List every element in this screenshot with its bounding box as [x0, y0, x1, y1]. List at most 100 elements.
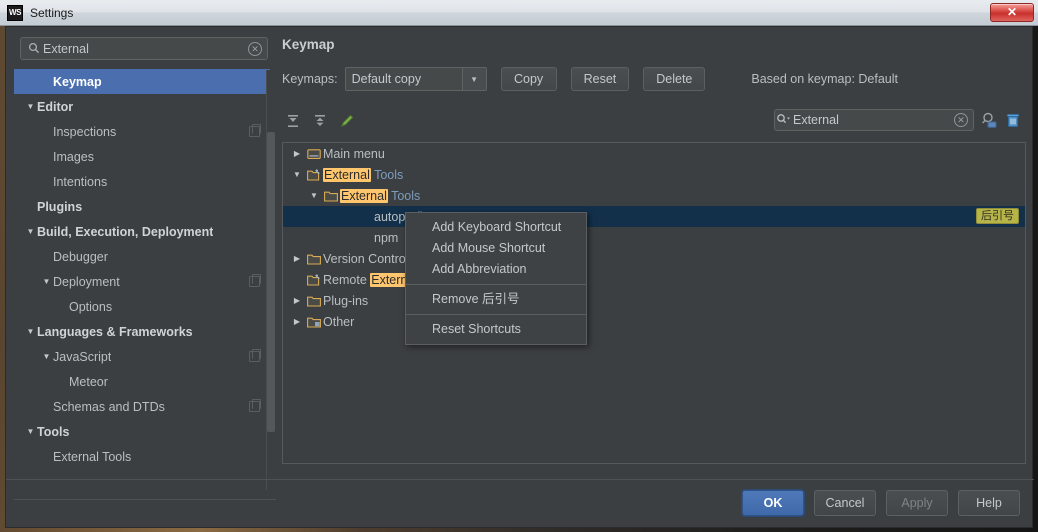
help-button[interactable]: Help — [958, 490, 1020, 516]
table-row[interactable]: npm — [283, 227, 1025, 248]
find-shortcut-icon[interactable] — [978, 109, 1000, 131]
sidebar-scrollbar[interactable] — [266, 70, 276, 490]
search-match-highlight: External — [323, 167, 371, 182]
sidebar-item-label: Plugins — [37, 199, 83, 214]
menu-item[interactable]: Add Abbreviation — [406, 259, 586, 280]
sidebar-item-options[interactable]: Options — [14, 294, 270, 319]
menu-separator — [406, 314, 586, 315]
sidebar-item-label: JavaScript — [53, 349, 112, 364]
sidebar-item-label: Languages & Frameworks — [37, 324, 193, 339]
table-row[interactable]: ▼ External Tools — [283, 164, 1025, 185]
chevron-toggle-icon[interactable]: ▶ — [289, 254, 305, 263]
keymap-filter-input[interactable] — [793, 113, 954, 127]
settings-dialog: ✕ Keymap▼EditorInspectionsImagesIntentio… — [5, 26, 1034, 528]
reset-button-label: Reset — [583, 72, 617, 86]
table-row[interactable]: ▼ External Tools — [283, 185, 1025, 206]
copy-settings-icon — [249, 349, 261, 362]
menu-item[interactable]: Remove 后引号 — [406, 289, 586, 310]
clear-icon[interactable]: ✕ — [248, 41, 262, 56]
sidebar-search[interactable]: ✕ — [20, 37, 268, 60]
cancel-button[interactable]: Cancel — [814, 490, 876, 516]
sidebar-item-intentions[interactable]: Intentions — [14, 169, 270, 194]
copy-button-label: Copy — [514, 72, 544, 86]
title-bar: WS Settings ✕ — [0, 0, 1038, 26]
copy-button[interactable]: Copy — [500, 67, 557, 91]
reset-button[interactable]: Reset — [570, 67, 630, 91]
table-row[interactable]: ▶ Plug-ins — [283, 290, 1025, 311]
sidebar-item-label: Keymap — [53, 74, 102, 89]
sidebar-item-label: Options — [69, 299, 113, 314]
sidebar-item-external-tools[interactable]: External Tools — [14, 444, 270, 469]
sidebar-item-label: Images — [53, 149, 94, 164]
chevron-toggle-icon[interactable]: ▶ — [289, 296, 305, 305]
chevron-down-icon[interactable]: ▼ — [24, 327, 37, 336]
table-row[interactable]: ▶ Other — [283, 311, 1025, 332]
sidebar-item-deployment[interactable]: ▼ Deployment — [14, 269, 270, 294]
sidebar-item-label: Inspections — [53, 124, 117, 139]
folder-icon — [305, 295, 323, 307]
keymap-panel: Keymap Keymaps: Default copy ▼ Copy Rese… — [282, 37, 1026, 495]
copy-settings-icon — [249, 124, 261, 137]
table-row[interactable]: ▶ Main menu — [283, 143, 1025, 164]
sidebar-item-build-execution-deployment[interactable]: ▼ Build, Execution, Deployment — [14, 219, 270, 244]
search-input[interactable] — [43, 41, 248, 56]
table-row[interactable]: autoprefixer后引号 — [283, 206, 1025, 227]
context-menu: Add Keyboard Shortcut Add Mouse Shortcut A… — [405, 212, 587, 345]
chevron-down-icon[interactable]: ▼ — [40, 277, 53, 286]
trash-icon[interactable] — [1002, 109, 1024, 131]
tree-row-label: Plug-ins — [323, 293, 369, 308]
sidebar-item-images[interactable]: Images — [14, 144, 270, 169]
tree-row-label: Version Control — [323, 251, 409, 266]
edit-pencil-icon[interactable] — [336, 110, 358, 132]
clear-icon[interactable]: ✕ — [954, 113, 968, 127]
menu-item[interactable]: Reset Shortcuts — [406, 319, 586, 340]
sidebar-item-schemas-and-dtds[interactable]: Schemas and DTDs — [14, 394, 270, 419]
chevron-toggle-icon[interactable]: ▶ — [289, 317, 305, 326]
sidebar-item-label: External Tools — [53, 449, 132, 464]
keymap-filter[interactable]: ✕ — [774, 109, 974, 131]
expand-all-icon[interactable] — [282, 110, 304, 132]
keymap-select[interactable]: Default copy ▼ — [344, 67, 487, 91]
keymap-toolbar: Keymaps: Default copy ▼ Copy Reset Delet… — [282, 66, 1026, 92]
sidebar-item-meteor[interactable]: Meteor — [14, 369, 270, 394]
settings-window: WS Settings ✕ ✕ Keymap▼EditorInspections… — [0, 0, 1038, 532]
sidebar-item-label: Editor — [37, 99, 74, 114]
sidebar-item-languages-frameworks[interactable]: ▼ Languages & Frameworks — [14, 319, 270, 344]
tree-row-label: External Tools — [323, 167, 404, 182]
menu-item[interactable]: Add Keyboard Shortcut — [406, 217, 586, 238]
copy-settings-icon — [249, 274, 261, 287]
chevron-down-icon[interactable]: ▼ — [40, 352, 53, 361]
sidebar-item-plugins[interactable]: Plugins — [14, 194, 270, 219]
sidebar-item-tools[interactable]: ▼ Tools — [14, 419, 270, 444]
chevron-down-icon[interactable]: ▼ — [24, 227, 37, 236]
table-row[interactable]: ▶ Version Control — [283, 248, 1025, 269]
ext-tools-icon — [305, 273, 323, 286]
sidebar-item-keymap[interactable]: Keymap — [14, 69, 270, 94]
sidebar-item-inspections[interactable]: Inspections — [14, 119, 270, 144]
chevron-toggle-icon[interactable]: ▼ — [289, 170, 305, 179]
menu-separator — [406, 284, 586, 285]
table-row[interactable]: Remote External Tools — [283, 269, 1025, 290]
sidebar-scrollbar-thumb[interactable] — [267, 132, 275, 432]
apply-button: Apply — [886, 490, 948, 516]
ok-button[interactable]: OK — [742, 490, 804, 516]
main-menu-icon — [305, 148, 323, 160]
window-title: Settings — [30, 5, 74, 20]
delete-button[interactable]: Delete — [643, 67, 706, 91]
close-icon[interactable]: ✕ — [990, 3, 1034, 22]
chevron-toggle-icon[interactable]: ▶ — [289, 149, 305, 158]
menu-item[interactable]: Add Mouse Shortcut — [406, 238, 586, 259]
sidebar-item-debugger[interactable]: Debugger — [14, 244, 270, 269]
copy-settings-icon — [249, 399, 261, 412]
search-dropdown-icon[interactable] — [775, 113, 793, 128]
chevron-down-icon[interactable]: ▼ — [24, 427, 37, 436]
chevron-down-icon[interactable]: ▼ — [24, 102, 37, 111]
apply-button-label: Apply — [901, 496, 933, 510]
sidebar-item-editor[interactable]: ▼ Editor — [14, 94, 270, 119]
based-on-keymap-label: Based on keymap: Default — [751, 72, 899, 86]
sidebar-item-javascript[interactable]: ▼ JavaScript — [14, 344, 270, 369]
chevron-toggle-icon[interactable]: ▼ — [306, 191, 322, 200]
tree-row-label: Other — [323, 314, 355, 329]
collapse-all-icon[interactable] — [309, 110, 331, 132]
page-title: Keymap — [282, 37, 335, 52]
